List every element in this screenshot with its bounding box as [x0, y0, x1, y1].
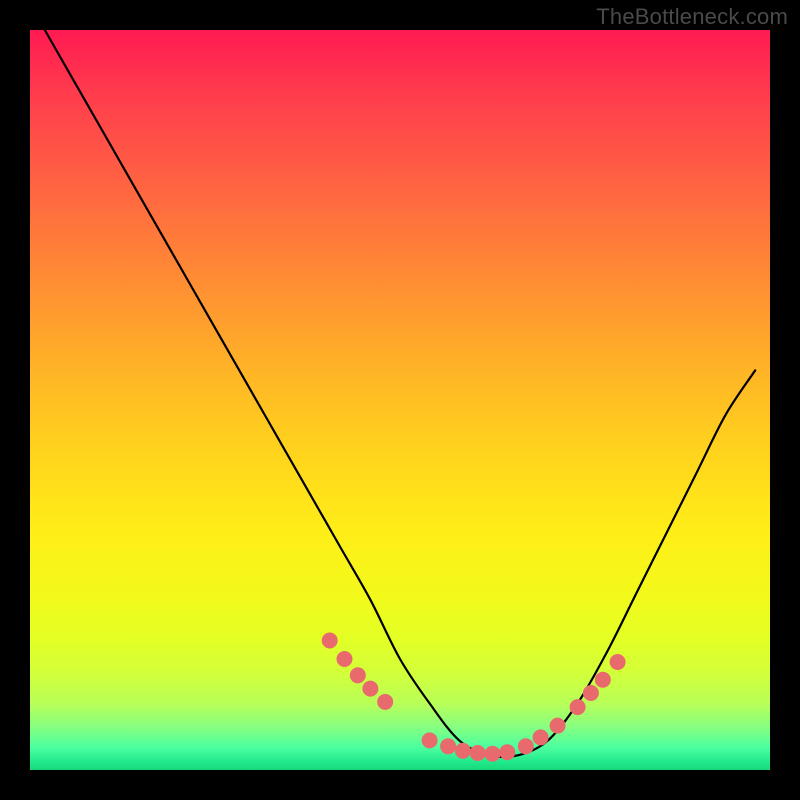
- curve-marker: [350, 668, 365, 683]
- curve-marker: [500, 745, 515, 760]
- curve-marker: [550, 718, 565, 733]
- curve-marker: [322, 633, 337, 648]
- curve-marker: [337, 652, 352, 667]
- curve-markers: [322, 633, 625, 761]
- curve-marker: [570, 700, 585, 715]
- curve-marker: [441, 739, 456, 754]
- curve-marker: [533, 730, 548, 745]
- curve-marker: [378, 694, 393, 709]
- curve-marker: [470, 746, 485, 761]
- watermark-text: TheBottleneck.com: [596, 4, 788, 30]
- curve-marker: [610, 655, 625, 670]
- curve-marker: [595, 672, 610, 687]
- curve-marker: [422, 733, 437, 748]
- curve-marker: [583, 686, 598, 701]
- bottleneck-curve: [30, 30, 770, 770]
- curve-path: [45, 30, 755, 757]
- chart-frame: TheBottleneck.com: [0, 0, 800, 800]
- plot-area: [30, 30, 770, 770]
- curve-marker: [363, 681, 378, 696]
- curve-marker: [455, 743, 470, 758]
- curve-marker: [485, 746, 500, 761]
- curve-marker: [518, 739, 533, 754]
